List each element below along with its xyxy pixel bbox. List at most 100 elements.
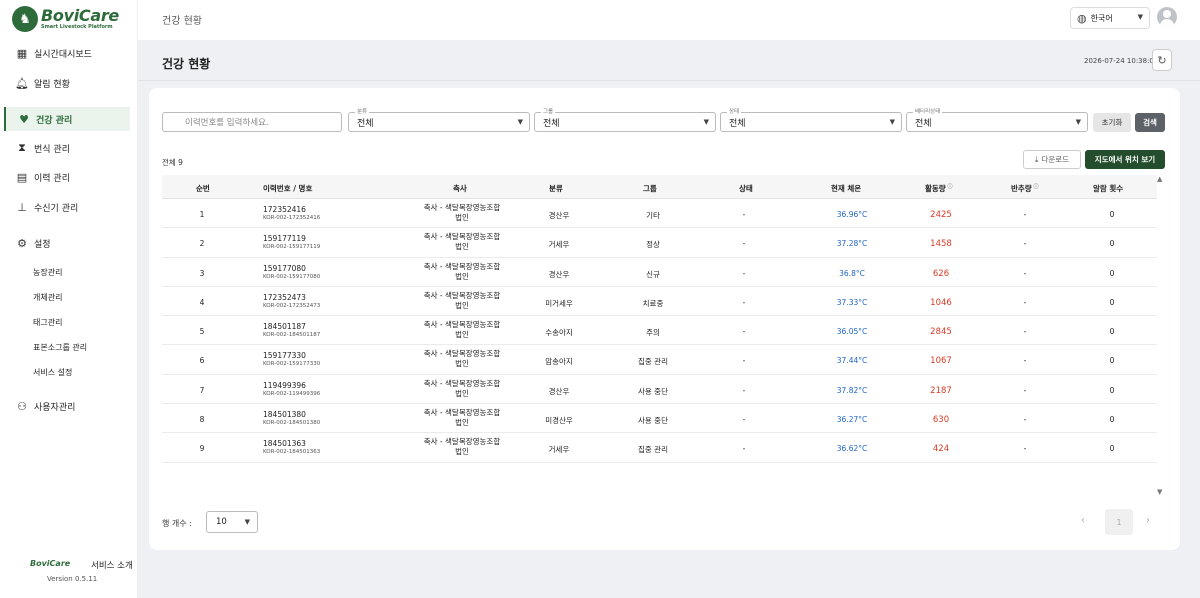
scroll-up-icon[interactable]: ▲	[1157, 175, 1162, 183]
cell-history-id[interactable]: 159177330 KOR-002-159177330	[263, 351, 320, 367]
col-temperature[interactable]: 현재 체온	[831, 183, 861, 194]
cell-history-id[interactable]: 159177080 KOR-002-159177080	[263, 264, 320, 280]
sidebar-item-health[interactable]: ♥ 건강 관리	[4, 107, 130, 131]
cell-status: -	[742, 297, 746, 307]
cell-alarm-count: 0	[1109, 210, 1115, 219]
sidebar-item-label: 수신기 관리	[34, 203, 79, 214]
total-count: 전체 9	[162, 158, 183, 167]
divider	[138, 80, 1200, 81]
table-row[interactable]: 7 경산우 사용 중단 - 37.82°C 2187 - 0 119499396 KOR-002-…	[162, 375, 1157, 405]
battery-status-select[interactable]: 배터리상태 전체 ▼	[906, 107, 1088, 132]
table-row[interactable]: 8 미경산우 사용 중단 - 36.27°C 630 - 0 184501380 KOR-002-…	[162, 404, 1157, 434]
sidebar-item-dashboard[interactable]: ▦ 실시간대시보드	[4, 41, 130, 65]
table-row[interactable]: 3 경산우 신규 - 36.8°C 626 - 0 159177080 KOR-002-15917…	[162, 258, 1157, 287]
version-label: Version 0.5.11	[47, 575, 98, 583]
table-row[interactable]: 1 경산우 기타 - 36.96°C 2425 - 0 172352416 KOR-002-172…	[162, 199, 1157, 229]
table-row[interactable]: 2 거세우 정상 - 37.28°C 1458 - 0 159177119 KOR-002-159…	[162, 228, 1157, 258]
cell-history-id[interactable]: 172352416 KOR-002-172352416	[263, 205, 320, 221]
search-button[interactable]: 검색	[1135, 113, 1165, 132]
sidebar-item-alerts[interactable]: 🔔︎ 알림 현황	[4, 71, 130, 95]
sidebar-item-history[interactable]: ▤ 이력 관리	[4, 165, 130, 189]
cell-category: 암송아지	[545, 357, 573, 367]
search-placeholder: 이력번호를 입력하세요.	[185, 118, 269, 128]
col-category[interactable]: 분류	[549, 183, 563, 194]
cell-activity: 424	[932, 444, 950, 455]
category-select[interactable]: 분류 전체 ▼	[348, 107, 530, 132]
sidebar-item-label: 실시간대시보드	[34, 49, 92, 60]
group-select[interactable]: 그룹 전체 ▼	[534, 107, 716, 132]
history-number: 159177330	[263, 351, 306, 361]
status-select-label: 상태	[727, 107, 742, 115]
sidebar-subitem-animal[interactable]: 개체관리	[33, 292, 62, 303]
sidebar-subitem-sample-group[interactable]: 표본소그룹 관리	[33, 342, 87, 353]
sidebar-item-receiver[interactable]: ⊥ 수신기 관리	[4, 195, 130, 219]
cell-history-id[interactable]: 159177119 KOR-002-159177119	[263, 234, 320, 250]
barn-name: 축사 - 색달목장영농조합	[423, 203, 501, 212]
cell-no: 9	[199, 444, 205, 454]
history-code: KOR-002-119499396	[263, 390, 321, 397]
dashboard-icon: ▦	[16, 46, 28, 60]
language-select[interactable]: ◍ 한국어 ▼	[1070, 7, 1150, 29]
col-alarm-count[interactable]: 알람 횟수	[1093, 183, 1123, 194]
page-number-button[interactable]: 1	[1105, 509, 1133, 535]
rows-per-page-select[interactable]: 10 ▼	[206, 511, 258, 533]
col-rumination[interactable]: 반추량 ⓘ	[1011, 183, 1038, 194]
history-code: KOR-002-184501380	[263, 420, 321, 427]
sidebar-item-settings[interactable]: ⚙ 설정	[4, 231, 130, 255]
router-icon: ⊥	[17, 200, 27, 214]
col-status[interactable]: 상태	[739, 183, 753, 194]
search-input[interactable]: 이력번호를 입력하세요.	[162, 112, 342, 132]
table-row[interactable]: 5 수송아지 주의 - 36.05°C 2845 - 0 184501187 KOR-002-18…	[162, 316, 1157, 346]
barn-name-suffix: 법인	[455, 300, 469, 310]
cell-history-id[interactable]: 184501363 KOR-002-184501363	[263, 439, 320, 455]
cell-temperature: 37.33°C	[836, 297, 868, 307]
cell-history-id[interactable]: 184501187 KOR-002-184501187	[263, 322, 320, 338]
brand-logo[interactable]: ♞ BoviCare Smart Livestock Platform	[12, 6, 119, 32]
page-title: 건강 현황	[162, 57, 211, 71]
cell-rumination: -	[1023, 444, 1027, 454]
col-barn[interactable]: 축사	[453, 183, 467, 194]
sidebar-item-user-admin[interactable]: ⚇ 사용자관리	[4, 394, 130, 418]
view-on-map-button[interactable]: 지도에서 위치 보기	[1085, 150, 1165, 169]
scroll-down-icon[interactable]: ▼	[1157, 488, 1162, 496]
col-no[interactable]: 순번	[196, 183, 210, 194]
download-icon: ⤓	[1034, 154, 1039, 164]
next-page-button[interactable]: ›	[1146, 515, 1150, 526]
reset-button[interactable]: 초기화	[1093, 113, 1131, 132]
history-code: KOR-002-184501187	[263, 332, 321, 339]
history-number: 159177119	[263, 234, 306, 244]
cell-temperature: 36.8°C	[839, 268, 865, 278]
sidebar-subitem-service[interactable]: 서비스 설정	[33, 367, 72, 378]
cell-history-id[interactable]: 119499396 KOR-002-119499396	[263, 381, 320, 397]
health-card: 이력번호를 입력하세요. 분류 전체 ▼ 그룹 전체 ▼ 상태 전체 ▼ 배터리…	[149, 88, 1180, 550]
sidebar-subitem-tag[interactable]: 태그관리	[33, 317, 62, 328]
cell-group: 집중 관리	[638, 357, 668, 367]
history-number: 172352416	[263, 205, 306, 214]
sidebar-item-label: 알림 현황	[34, 79, 70, 90]
col-activity[interactable]: 활동량 ⓘ	[925, 183, 952, 194]
sidebar-item-label: 사용자관리	[34, 402, 76, 413]
refresh-button[interactable]: ↻	[1152, 49, 1172, 71]
table-row[interactable]: 6 암송아지 집중 관리 - 37.44°C 1067 - 0 159177330 KOR-002…	[162, 345, 1157, 375]
cell-no: 2	[199, 239, 205, 249]
cell-alarm-count: 0	[1109, 385, 1115, 395]
prev-page-button[interactable]: ‹	[1081, 515, 1085, 526]
cell-history-id[interactable]: 172352473 KOR-002-172352473	[263, 293, 320, 309]
table-row[interactable]: 4 미거세우 치료중 - 37.33°C 1046 - 0 172352473 KOR-002-1…	[162, 287, 1157, 317]
download-button[interactable]: ⤓ 다운로드	[1023, 150, 1081, 169]
barn-name-suffix: 법인	[455, 330, 469, 340]
cell-category: 미경산우	[545, 416, 573, 426]
avatar[interactable]	[1157, 7, 1177, 27]
service-intro-link[interactable]: 서비스 소개	[91, 559, 133, 571]
col-history-id[interactable]: 이력번호 / 명호	[263, 183, 312, 194]
col-group[interactable]: 그룹	[643, 183, 657, 194]
topbar: 건강 현황 ◍ 한국어 ▼	[138, 0, 1200, 36]
cell-rumination: -	[1023, 415, 1027, 425]
sidebar-item-breeding[interactable]: ⧗ 번식 관리	[4, 136, 130, 160]
cell-category: 수송아지	[545, 328, 573, 338]
cell-history-id[interactable]: 184501380 KOR-002-184501380	[263, 410, 320, 426]
barn-name: 축사 - 색달목장영농조합	[423, 320, 501, 330]
status-select[interactable]: 상태 전체 ▼	[720, 107, 902, 132]
table-row[interactable]: 9 거세우 집중 관리 - 36.62°C 424 - 0 184501363 KOR-002-1…	[162, 433, 1157, 463]
sidebar-subitem-farm[interactable]: 농장관리	[33, 267, 62, 278]
